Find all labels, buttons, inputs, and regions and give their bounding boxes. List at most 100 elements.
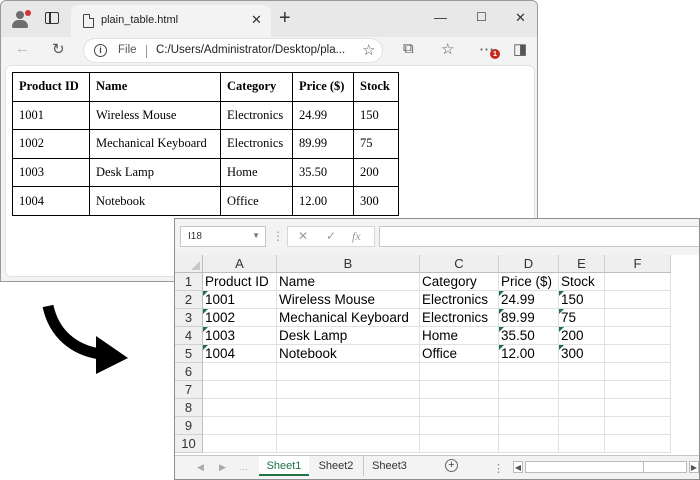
grid-cell[interactable] bbox=[605, 363, 671, 381]
cancel-icon[interactable]: ✕ bbox=[298, 229, 308, 243]
favorite-star-icon[interactable]: ☆ bbox=[362, 41, 375, 59]
grid-cell[interactable] bbox=[605, 435, 671, 453]
grid-cell[interactable] bbox=[420, 399, 499, 417]
grid-cell[interactable] bbox=[499, 363, 559, 381]
grid-cell[interactable] bbox=[605, 327, 671, 345]
favorites-icon[interactable]: ☆ bbox=[441, 40, 454, 58]
grid-cell[interactable] bbox=[605, 291, 671, 309]
row-header[interactable]: 2 bbox=[175, 291, 203, 309]
grid-cell[interactable] bbox=[277, 417, 420, 435]
row-header[interactable]: 3 bbox=[175, 309, 203, 327]
grid-cell[interactable] bbox=[499, 417, 559, 435]
grid-cell[interactable] bbox=[420, 381, 499, 399]
grid-cell[interactable]: Name bbox=[277, 273, 420, 291]
grid-cell[interactable]: 200 bbox=[559, 327, 605, 345]
browser-tab[interactable]: plain_table.html ✕ bbox=[71, 5, 271, 37]
url-text[interactable]: C:/Users/Administrator/Desktop/pla... bbox=[156, 44, 345, 56]
grid-cell[interactable]: Category bbox=[420, 273, 499, 291]
back-icon[interactable]: ← bbox=[15, 40, 30, 57]
grid-cell[interactable] bbox=[420, 417, 499, 435]
grid-cell[interactable] bbox=[277, 399, 420, 417]
insert-function-icon[interactable]: fx bbox=[352, 229, 361, 244]
previous-sheet-icon[interactable]: ◀ bbox=[197, 462, 204, 473]
row-header[interactable]: 10 bbox=[175, 435, 203, 453]
grid-cell[interactable] bbox=[559, 399, 605, 417]
row-header[interactable]: 1 bbox=[175, 273, 203, 291]
grid-cell[interactable] bbox=[605, 273, 671, 291]
grid-cell[interactable]: 75 bbox=[559, 309, 605, 327]
column-header[interactable]: F bbox=[605, 255, 671, 273]
sheet-tab-sheet2[interactable]: Sheet2 bbox=[311, 456, 361, 476]
row-header[interactable]: 9 bbox=[175, 417, 203, 435]
column-header[interactable]: C bbox=[420, 255, 499, 273]
sheetbar-grip-icon[interactable]: ⋮ bbox=[493, 462, 504, 475]
row-header[interactable]: 6 bbox=[175, 363, 203, 381]
grid-cell[interactable]: Wireless Mouse bbox=[277, 291, 420, 309]
grid-cell[interactable] bbox=[605, 417, 671, 435]
grid-cell[interactable] bbox=[499, 399, 559, 417]
grid-cell[interactable]: Office bbox=[420, 345, 499, 363]
grid-cell[interactable] bbox=[605, 309, 671, 327]
grid-cell[interactable] bbox=[559, 435, 605, 453]
row-header[interactable]: 7 bbox=[175, 381, 203, 399]
column-header[interactable]: E bbox=[559, 255, 605, 273]
refresh-icon[interactable]: ↻ bbox=[52, 40, 65, 58]
grid-cell[interactable] bbox=[203, 381, 277, 399]
sheet-nav-more-icon[interactable]: … bbox=[239, 462, 248, 472]
scroll-right-icon[interactable]: ▶ bbox=[689, 461, 699, 473]
close-tab-icon[interactable]: ✕ bbox=[251, 12, 262, 28]
grid-cell[interactable] bbox=[277, 381, 420, 399]
grid-cell[interactable] bbox=[420, 435, 499, 453]
name-box[interactable]: I18 ▼ bbox=[180, 226, 266, 247]
grid-cell[interactable] bbox=[203, 417, 277, 435]
enter-icon[interactable]: ✓ bbox=[326, 229, 336, 243]
address-bar[interactable]: i File C:/Users/Administrator/Desktop/pl… bbox=[83, 38, 383, 63]
grid-cell[interactable] bbox=[559, 381, 605, 399]
grid-cell[interactable]: 1002 bbox=[203, 309, 277, 327]
grid-cell[interactable] bbox=[277, 363, 420, 381]
row-header[interactable]: 4 bbox=[175, 327, 203, 345]
scroll-track[interactable] bbox=[525, 461, 687, 473]
next-sheet-icon[interactable]: ▶ bbox=[219, 462, 226, 473]
scroll-thumb[interactable] bbox=[526, 462, 644, 472]
grid-cell[interactable]: 300 bbox=[559, 345, 605, 363]
grid-cell[interactable] bbox=[277, 435, 420, 453]
grid-cell[interactable] bbox=[605, 345, 671, 363]
add-sheet-icon[interactable]: + bbox=[445, 459, 458, 472]
grid-cell[interactable]: Desk Lamp bbox=[277, 327, 420, 345]
grid-cell[interactable] bbox=[203, 399, 277, 417]
grid-cell[interactable]: 1003 bbox=[203, 327, 277, 345]
sheet-tab-sheet1[interactable]: Sheet1 bbox=[259, 456, 309, 476]
tab-actions-icon[interactable] bbox=[45, 12, 59, 24]
grid-cell[interactable] bbox=[420, 363, 499, 381]
grid-cell[interactable] bbox=[499, 381, 559, 399]
formula-input[interactable] bbox=[379, 226, 699, 247]
extensions-icon[interactable]: ⧉ bbox=[403, 40, 414, 57]
column-header[interactable]: D bbox=[499, 255, 559, 273]
grid-cell[interactable] bbox=[559, 417, 605, 435]
grid-cell[interactable]: Stock bbox=[559, 273, 605, 291]
scroll-left-icon[interactable]: ◀ bbox=[513, 461, 523, 473]
chevron-down-icon[interactable]: ▼ bbox=[252, 231, 260, 240]
info-icon[interactable]: i bbox=[94, 44, 107, 57]
grid-cell[interactable] bbox=[499, 435, 559, 453]
column-header[interactable]: A bbox=[203, 255, 277, 273]
grid-cell[interactable] bbox=[605, 381, 671, 399]
maximize-icon[interactable]: ☐ bbox=[476, 10, 487, 24]
grid-cell[interactable]: Product ID bbox=[203, 273, 277, 291]
sheet-tab-sheet3[interactable]: Sheet3 bbox=[363, 456, 415, 476]
grid-cell[interactable]: Notebook bbox=[277, 345, 420, 363]
minimize-icon[interactable]: — bbox=[434, 10, 447, 25]
grid-cell[interactable]: Price ($) bbox=[499, 273, 559, 291]
grid-cell[interactable]: Electronics bbox=[420, 309, 499, 327]
row-header[interactable]: 5 bbox=[175, 345, 203, 363]
sidebar-icon[interactable]: ◨ bbox=[513, 40, 527, 58]
grid-cell[interactable]: 1004 bbox=[203, 345, 277, 363]
close-window-icon[interactable]: ✕ bbox=[515, 10, 526, 26]
grid-cell[interactable]: 35.50 bbox=[499, 327, 559, 345]
row-header[interactable]: 8 bbox=[175, 399, 203, 417]
column-header[interactable]: B bbox=[277, 255, 420, 273]
grid-cell[interactable]: 24.99 bbox=[499, 291, 559, 309]
grid-cell[interactable]: Home bbox=[420, 327, 499, 345]
grid-cell[interactable]: 1001 bbox=[203, 291, 277, 309]
